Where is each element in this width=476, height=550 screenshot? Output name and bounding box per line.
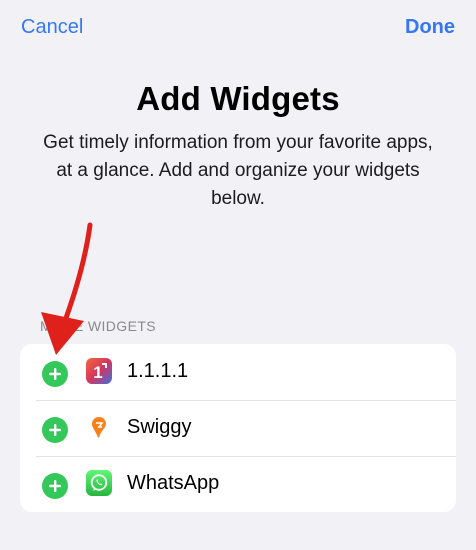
whatsapp-icon	[86, 470, 112, 496]
widget-row-swiggy: Swiggy	[20, 400, 456, 456]
add-widget-button[interactable]	[42, 361, 68, 387]
section-header: MORE WIDGETS	[40, 318, 157, 334]
widget-name: Swiggy	[127, 416, 192, 438]
add-widget-button[interactable]	[42, 417, 68, 443]
widget-list: 1 1.1.1.1 Swiggy WhatsApp	[20, 344, 456, 512]
widget-name: WhatsApp	[127, 472, 220, 494]
cloudflare-warp-icon: 1	[86, 358, 112, 384]
page-title: Add Widgets	[136, 80, 340, 117]
svg-text:1: 1	[93, 363, 102, 382]
plus-icon	[49, 480, 61, 492]
done-button[interactable]: Done	[405, 16, 455, 39]
swiggy-icon	[86, 414, 112, 440]
plus-icon	[49, 424, 61, 436]
page-description: Get timely information from your favorit…	[43, 132, 433, 209]
widget-row-whatsapp: WhatsApp	[20, 456, 456, 512]
add-widgets-screen: Cancel Done Add Widgets Get timely infor…	[0, 0, 476, 550]
widget-row-1111: 1 1.1.1.1	[20, 344, 456, 400]
plus-icon	[49, 368, 61, 380]
cancel-button[interactable]: Cancel	[21, 16, 83, 39]
add-widget-button[interactable]	[42, 473, 68, 499]
widget-name: 1.1.1.1	[127, 360, 189, 382]
